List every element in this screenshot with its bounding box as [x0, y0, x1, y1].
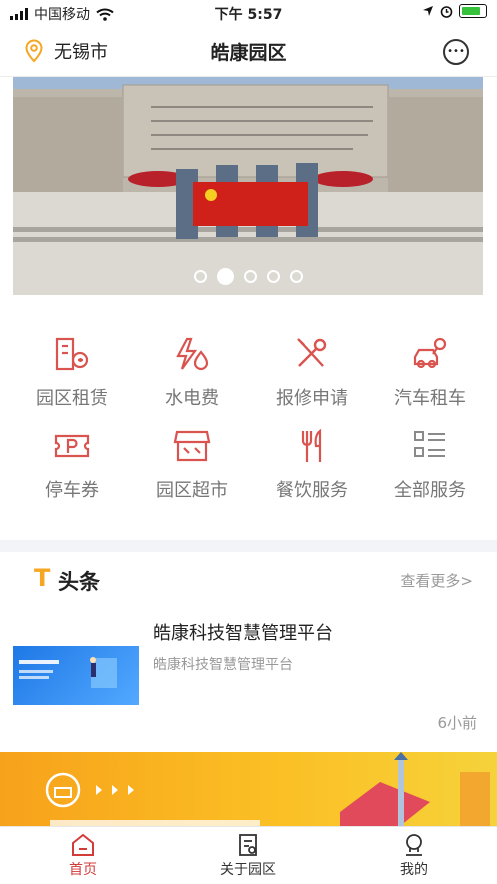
top-nav: 无锡市 皓康园区 •••: [0, 26, 497, 77]
view-more-link[interactable]: 查看更多>: [400, 570, 473, 591]
home-icon: [72, 833, 94, 856]
service-label: 汽车租车: [394, 388, 466, 409]
car-key-icon: [413, 337, 447, 369]
status-right: [422, 4, 487, 18]
service-label: 报修申请: [276, 388, 348, 409]
message-icon[interactable]: •••: [443, 39, 469, 65]
carousel-dot-active[interactable]: [216, 268, 234, 285]
news-subtitle: 皓康科技智慧管理平台: [153, 657, 293, 673]
location-arrow-icon: [423, 6, 433, 16]
tab-label: 我的: [400, 862, 428, 878]
tab-home[interactable]: 首页: [23, 833, 143, 879]
bolt-drop-icon: [176, 337, 209, 371]
carousel-indicators: [13, 268, 483, 285]
grid-list-icon: [414, 431, 445, 457]
service-label: 餐饮服务: [276, 480, 348, 501]
promo-art: [45, 752, 490, 826]
service-label: 园区超市: [156, 480, 228, 501]
service-label: 停车券: [45, 480, 99, 501]
service-parking-ticket[interactable]: 停车券: [10, 428, 134, 502]
document-icon: [239, 834, 257, 856]
service-utility-bill[interactable]: 水电费: [130, 336, 254, 410]
tab-mine[interactable]: 我的: [354, 833, 474, 879]
alarm-icon: [440, 5, 453, 18]
news-thumbnail-art: [19, 657, 117, 688]
carousel-dot[interactable]: [243, 270, 257, 283]
banner-carousel[interactable]: [13, 77, 483, 295]
fork-knife-icon: [301, 428, 322, 462]
carousel-dot[interactable]: [289, 270, 303, 283]
tab-label: 关于园区: [220, 862, 276, 878]
carousel-dot[interactable]: [193, 270, 207, 283]
service-park-supermarket[interactable]: 园区超市: [130, 428, 254, 502]
user-icon: [406, 834, 422, 856]
battery-icon: [459, 4, 487, 18]
headlines-title: 头条: [58, 570, 100, 594]
status-bar: 中国移动 下午 5:57: [0, 0, 497, 26]
parking-ticket-icon: [54, 434, 90, 458]
service-label: 园区租赁: [36, 388, 108, 409]
service-park-leasing[interactable]: 园区租赁: [10, 336, 134, 410]
wrench-screwdriver-icon: [297, 338, 327, 367]
service-label: 水电费: [165, 388, 219, 409]
section-divider: [0, 540, 497, 552]
headlines-logo: T: [34, 564, 51, 592]
service-all[interactable]: 全部服务: [368, 428, 492, 502]
tab-label: 首页: [69, 862, 97, 878]
carousel-dot[interactable]: [266, 270, 280, 283]
banner-photo: [13, 77, 483, 295]
page-title: 皓康园区: [210, 42, 287, 64]
news-time: 6小前: [437, 714, 477, 732]
tab-about-park[interactable]: 关于园区: [188, 833, 308, 879]
promo-banner[interactable]: [0, 752, 497, 826]
service-dining[interactable]: 餐饮服务: [250, 428, 374, 502]
news-title[interactable]: 皓康科技智慧管理平台: [153, 619, 333, 645]
news-thumbnail[interactable]: [13, 646, 139, 705]
headlines-header: T 头条 查看更多>: [0, 560, 497, 600]
storefront-icon: [173, 430, 211, 462]
service-repair-request[interactable]: 报修申请: [250, 336, 374, 410]
bottom-tab-bar: 首页 关于园区 我的: [0, 826, 497, 884]
service-car-rental[interactable]: 汽车租车: [368, 336, 492, 410]
building-key-icon: [55, 337, 89, 371]
service-label: 全部服务: [394, 480, 466, 501]
